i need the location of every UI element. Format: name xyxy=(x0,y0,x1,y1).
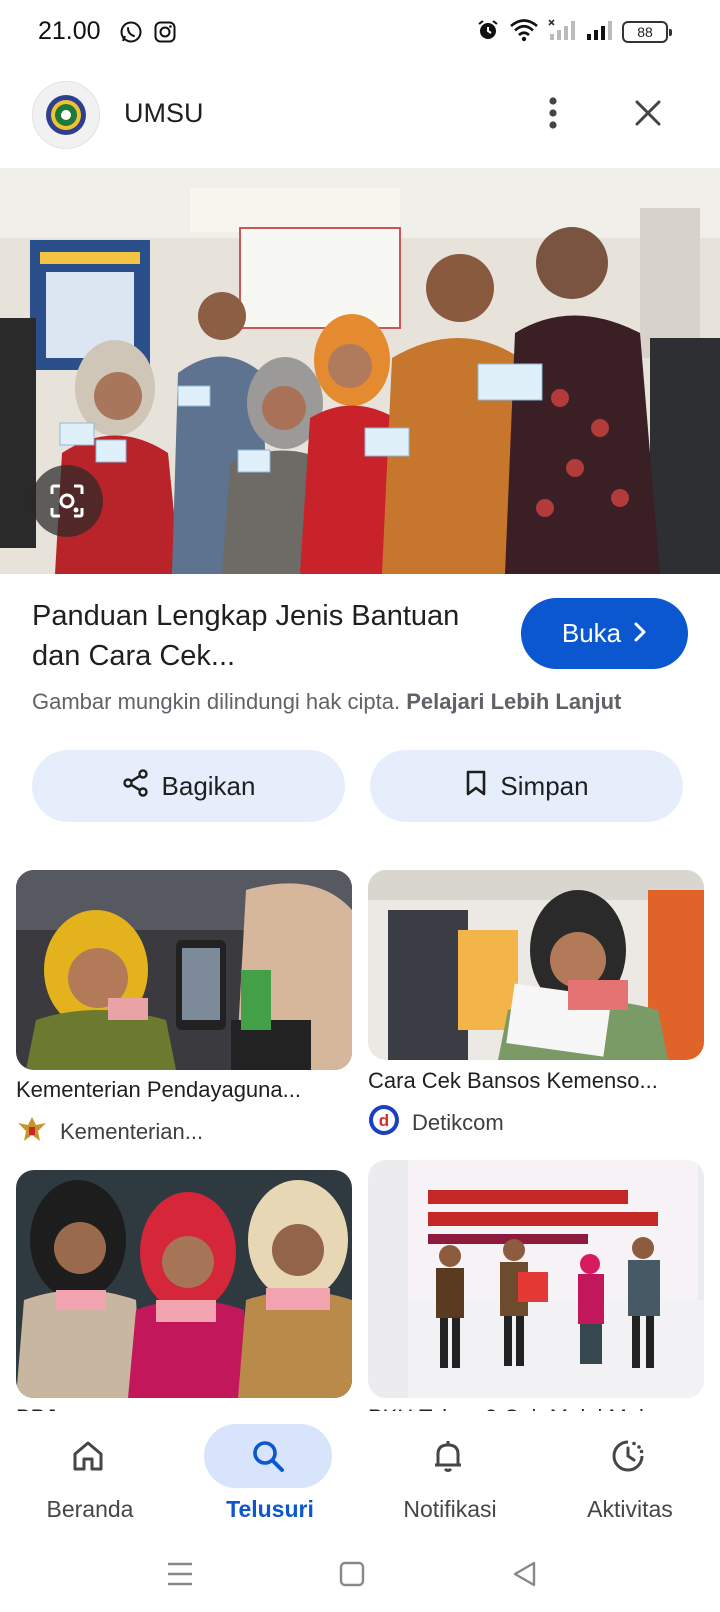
result-title[interactable]: Panduan Lengkap Jenis Bantuan dan Cara C… xyxy=(32,596,482,676)
instagram-icon xyxy=(153,20,177,44)
site-title: UMSU xyxy=(124,98,204,128)
result-image[interactable] xyxy=(0,168,720,574)
nav-item-notifications[interactable]: Notifikasi xyxy=(360,1412,540,1540)
garuda-icon xyxy=(16,1113,48,1151)
related-source-name: Kementerian... xyxy=(60,1119,204,1144)
related-caption[interactable]: BPJ... xyxy=(16,1405,346,1411)
wifi-icon xyxy=(509,18,539,47)
bell-icon xyxy=(384,1424,512,1488)
close-icon[interactable] xyxy=(625,90,671,136)
battery-indicator: 88 xyxy=(622,21,672,43)
share-icon xyxy=(122,768,150,804)
status-bar: 21.00 88 xyxy=(0,0,720,64)
home-button[interactable] xyxy=(332,1554,372,1594)
related-source-name: Detikcom xyxy=(412,1110,504,1135)
related-source[interactable]: Kementerian... xyxy=(16,1113,203,1151)
history-icon xyxy=(564,1424,692,1488)
learn-more-link[interactable]: Pelajari Lebih Lanjut xyxy=(406,689,621,714)
nav-label-notifications: Notifikasi xyxy=(403,1496,497,1522)
signal-icon xyxy=(585,18,613,47)
nav-label-activity: Aktivitas xyxy=(587,1496,673,1522)
save-label: Simpan xyxy=(500,770,589,801)
nav-item-activity[interactable]: Aktivitas xyxy=(540,1412,720,1540)
bookmark-icon xyxy=(464,769,488,804)
system-status-icons: 88 xyxy=(476,18,672,47)
copyright-text: Gambar mungkin dilindungi hak cipta. xyxy=(32,689,401,714)
signal-icon xyxy=(548,18,576,47)
save-button[interactable]: Simpan xyxy=(370,750,683,822)
battery-level: 88 xyxy=(637,24,653,40)
whatsapp-icon xyxy=(119,20,143,44)
umsu-logo xyxy=(32,81,100,149)
open-button[interactable]: Buka xyxy=(521,598,688,669)
related-image[interactable] xyxy=(368,870,704,1060)
share-label: Bagikan xyxy=(161,770,256,801)
related-source[interactable]: d Detikcom xyxy=(368,1104,504,1142)
nav-label-search: Telusuri xyxy=(226,1496,314,1522)
bottom-navigation: Beranda Telusuri Notifikasi Aktivitas xyxy=(0,1412,720,1540)
recent-apps-button[interactable] xyxy=(160,1554,200,1594)
nav-item-home[interactable]: Beranda xyxy=(0,1412,180,1540)
chevron-right-icon xyxy=(633,618,647,649)
header: UMSU xyxy=(0,78,720,166)
related-image[interactable] xyxy=(16,1170,352,1398)
home-icon xyxy=(24,1424,152,1488)
open-button-label: Buka xyxy=(561,618,622,648)
nav-item-search[interactable]: Telusuri xyxy=(180,1412,360,1540)
status-time: 21.00 xyxy=(38,17,101,45)
copyright-notice: Gambar mungkin dilindungi hak cipta. Pel… xyxy=(32,689,621,715)
related-image[interactable] xyxy=(368,1160,704,1398)
search-icon xyxy=(204,1424,332,1488)
lens-search-button[interactable] xyxy=(31,465,103,537)
nav-label-home: Beranda xyxy=(46,1496,134,1522)
related-caption[interactable]: Kementerian Pendayaguna... xyxy=(16,1077,346,1103)
related-caption[interactable]: PKH Tahap 2 Cair Mulai Mei xyxy=(368,1405,698,1411)
detik-icon: d xyxy=(368,1104,400,1142)
alarm-icon xyxy=(476,18,500,47)
back-button[interactable] xyxy=(504,1554,544,1594)
related-caption[interactable]: Cara Cek Bansos Kemenso... xyxy=(368,1068,698,1094)
related-image[interactable] xyxy=(16,870,352,1070)
svg-text:d: d xyxy=(379,1111,389,1130)
share-button[interactable]: Bagikan xyxy=(32,750,345,822)
more-vert-icon[interactable] xyxy=(530,90,576,136)
system-navigation xyxy=(0,1540,720,1612)
